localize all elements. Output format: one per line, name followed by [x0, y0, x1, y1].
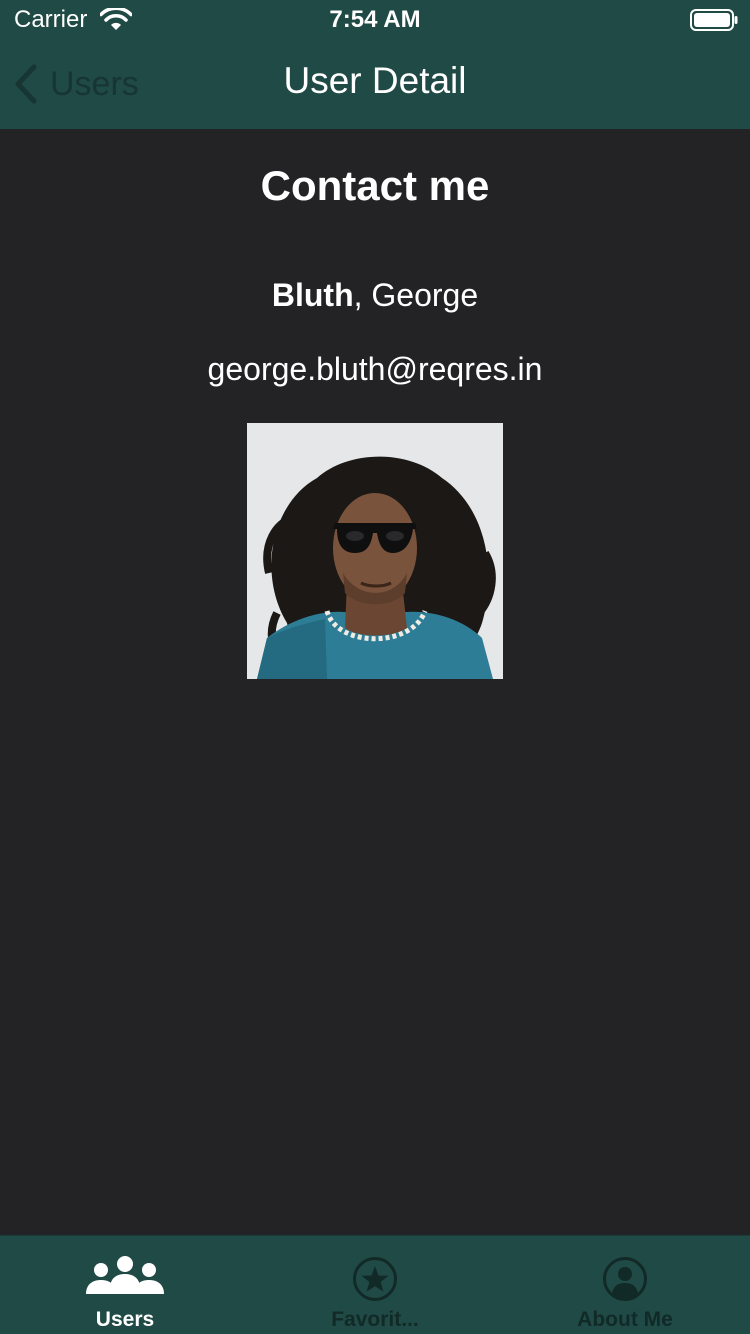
tab-users[interactable]: Users	[0, 1236, 250, 1334]
screen: Carrier 7:54 AM Users User Detail Contac…	[0, 0, 750, 1334]
user-name: Bluth, George	[0, 277, 750, 314]
star-circle-icon	[353, 1257, 397, 1301]
nav-bar: Users User Detail	[0, 40, 750, 129]
tab-bar: Users Favorit... About Me	[0, 1235, 750, 1334]
name-separator: ,	[353, 277, 372, 313]
battery-icon	[690, 9, 738, 31]
tab-users-label: Users	[95, 1308, 155, 1331]
tab-favorites[interactable]: Favorit...	[250, 1236, 500, 1334]
tab-about-me[interactable]: About Me	[500, 1236, 750, 1334]
first-name: George	[371, 277, 479, 313]
header: Carrier 7:54 AM Users User Detail	[0, 0, 750, 129]
tab-favorites-label: Favorit...	[331, 1308, 419, 1331]
person-circle-icon	[603, 1257, 647, 1301]
avatar	[247, 423, 503, 679]
avatar-photo	[247, 423, 503, 679]
last-name: Bluth	[271, 277, 354, 313]
status-bar: Carrier 7:54 AM	[0, 0, 750, 40]
status-time: 7:54 AM	[329, 6, 421, 33]
users-icon	[86, 1256, 164, 1294]
contact-content: Contact me Bluth, George george.bluth@re…	[0, 129, 750, 1235]
tab-about-me-label: About Me	[577, 1308, 673, 1331]
user-email: george.bluth@reqres.in	[207, 351, 543, 387]
page-title: User Detail	[283, 60, 467, 101]
contact-heading: Contact me	[260, 162, 490, 209]
